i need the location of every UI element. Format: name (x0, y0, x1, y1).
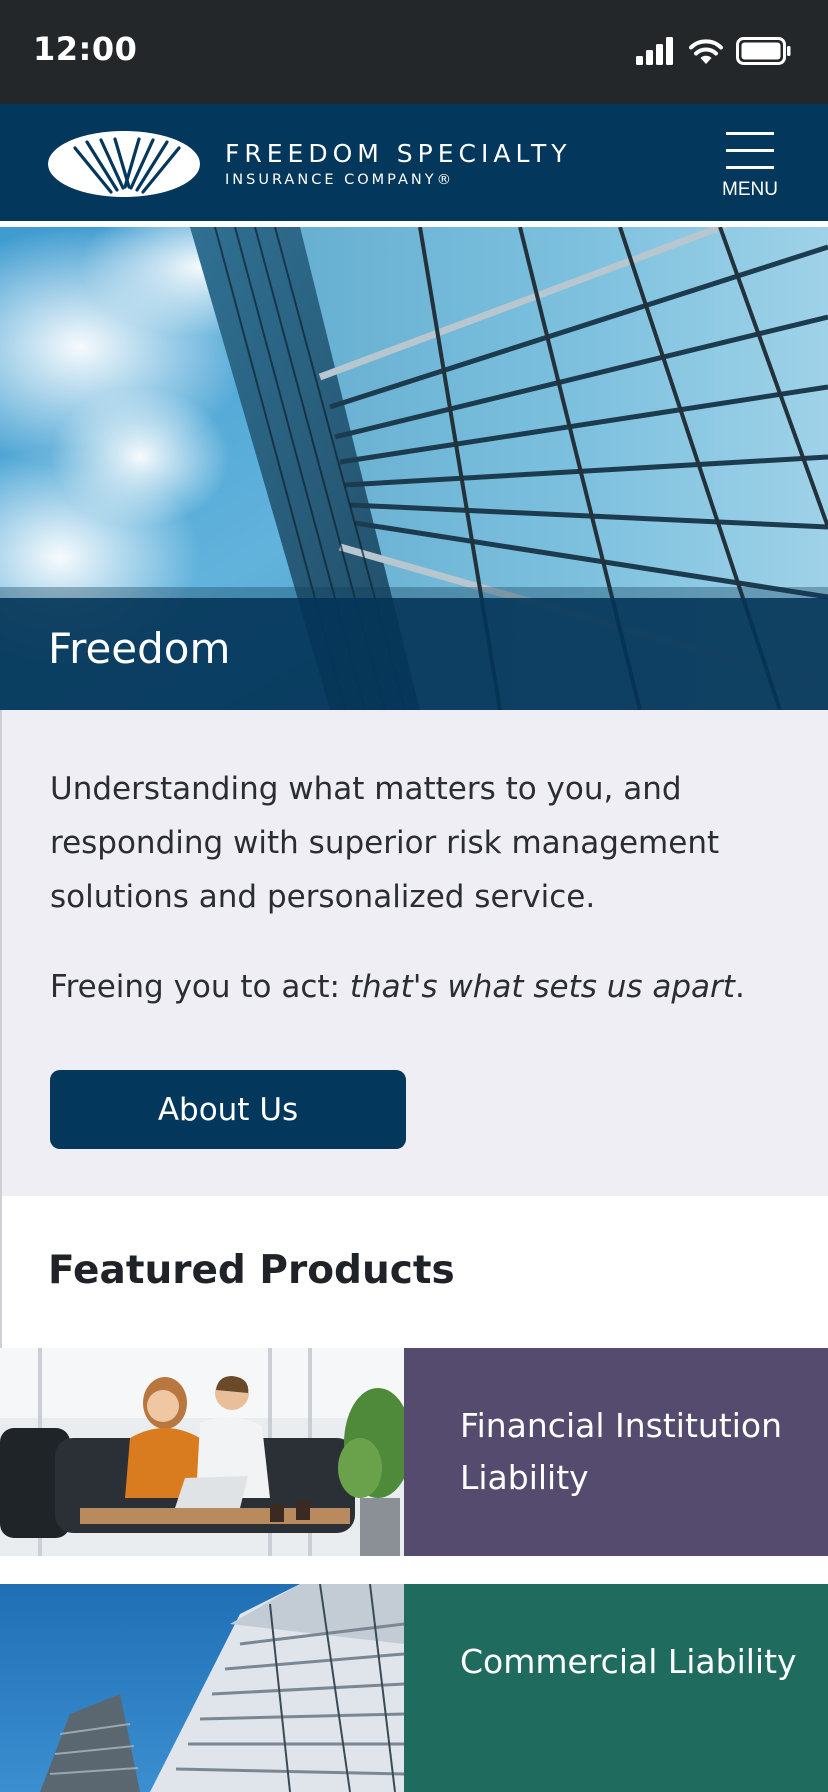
product-title: Commercial Liability (460, 1642, 797, 1681)
product-panel: Commercial Liability (404, 1584, 828, 1792)
intro-description: Understanding what matters to you, and r… (50, 771, 720, 915)
brand-wordmark[interactable]: FREEDOM SPECIALTY INSURANCE COMPANY® (225, 139, 572, 189)
product-image-building (0, 1584, 404, 1792)
status-icons (636, 34, 792, 68)
brand-subtitle: INSURANCE COMPANY® (225, 172, 455, 188)
product-panel: Financial Institution Liability (404, 1348, 828, 1556)
tagline-text: Freeing you to act: (50, 969, 350, 1005)
tagline-emphasis: that's what sets us apart (349, 969, 735, 1005)
battery-icon (736, 37, 791, 65)
product-card-financial-institution-liability[interactable]: Financial Institution Liability (0, 1348, 828, 1556)
about-us-button[interactable]: About Us (50, 1070, 406, 1149)
menu-label: MENU (722, 179, 778, 200)
company-logo-icon[interactable] (47, 130, 201, 198)
wifi-icon (689, 39, 723, 64)
section-divider (0, 1196, 2, 1348)
product-title: Financial Institution Liability (460, 1406, 783, 1497)
tagline-end: . (734, 969, 745, 1005)
intro-tagline: Freeing you to act: that's what sets us … (50, 966, 790, 1008)
hero-banner: Freedom (0, 227, 828, 710)
brand-name: FREEDOM SPECIALTY (225, 139, 572, 168)
hero-title: Freedom (48, 624, 231, 673)
featured-products-heading: Featured Products (48, 1248, 455, 1293)
cellular-signal-icon (636, 37, 673, 65)
status-time: 12:00 (33, 30, 138, 68)
intro-section: Understanding what matters to you, and r… (0, 710, 828, 1196)
site-header: FREEDOM SPECIALTY INSURANCE COMPANY® MEN… (0, 104, 828, 224)
product-image-meeting (0, 1348, 404, 1556)
product-card-commercial-liability[interactable]: Commercial Liability (0, 1584, 828, 1792)
hamburger-icon (726, 132, 774, 169)
status-bar: 12:00 (0, 0, 828, 104)
menu-button[interactable]: MENU (712, 130, 788, 200)
